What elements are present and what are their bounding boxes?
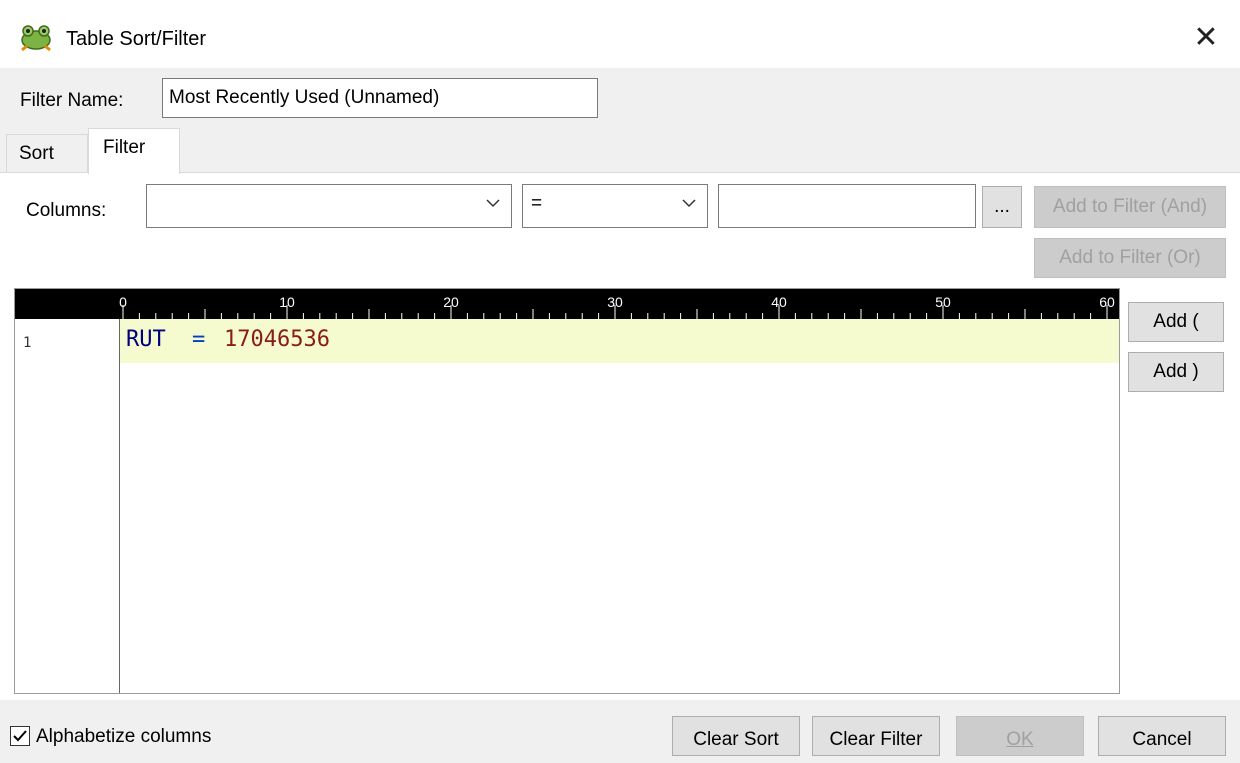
code-line[interactable]: RUT = 17046536 xyxy=(120,319,1119,363)
alphabetize-label: Alphabetize columns xyxy=(36,726,212,747)
column-select[interactable] xyxy=(146,184,512,228)
ruler-label: 40 xyxy=(771,294,787,310)
title-bar: Table Sort/Filter ✕ xyxy=(0,0,1240,68)
ruler-label: 0 xyxy=(119,294,127,310)
browse-values-button[interactable]: ... xyxy=(982,186,1022,228)
chevron-down-icon xyxy=(486,199,500,208)
tab-filter-label: Filter xyxy=(103,137,146,158)
checkmark-icon xyxy=(13,730,27,742)
add-to-filter-and-button[interactable]: Add to Filter (And) xyxy=(1034,186,1226,228)
tab-sort[interactable]: Sort xyxy=(6,134,88,172)
filter-value-input[interactable] xyxy=(718,184,976,228)
operator-select-value: = xyxy=(531,193,543,214)
line-number-gutter: 1 xyxy=(15,319,120,693)
add-open-paren-button[interactable]: Add ( xyxy=(1128,302,1224,342)
code-token-number: 17046536 xyxy=(224,327,330,352)
code-token-operator: = xyxy=(192,327,206,352)
filter-name-label: Filter Name: xyxy=(20,90,124,111)
clear-sort-button[interactable]: Clear Sort xyxy=(672,716,800,756)
operator-select[interactable]: = xyxy=(522,184,708,228)
window-title: Table Sort/Filter xyxy=(66,28,207,50)
close-icon[interactable]: ✕ xyxy=(1186,18,1226,58)
code-token-identifier: RUT xyxy=(126,327,166,352)
filter-expression-editor[interactable]: 0 10 20 30 40 50 60 1 RUT = 17046536 xyxy=(14,288,1120,694)
frog-icon xyxy=(21,25,51,52)
ok-button[interactable]: OK xyxy=(956,716,1084,756)
column-ruler: 0 10 20 30 40 50 60 xyxy=(15,289,1119,319)
ruler-label: 60 xyxy=(1099,294,1115,310)
chevron-down-icon xyxy=(682,199,696,208)
clear-filter-button[interactable]: Clear Filter xyxy=(812,716,940,756)
add-close-paren-button[interactable]: Add ) xyxy=(1128,352,1224,392)
columns-label: Columns: xyxy=(26,200,107,221)
line-number: 1 xyxy=(23,335,32,351)
add-to-filter-or-button[interactable]: Add to Filter (Or) xyxy=(1034,238,1226,278)
cancel-button[interactable]: Cancel xyxy=(1098,716,1226,756)
alphabetize-checkbox[interactable] xyxy=(10,726,30,746)
ruler-label: 30 xyxy=(607,294,623,310)
ruler-ticks: 0 10 20 30 40 50 60 xyxy=(119,294,1115,319)
tab-sort-label: Sort xyxy=(19,143,54,164)
ruler-label: 50 xyxy=(935,294,951,310)
tab-filter[interactable]: Filter xyxy=(88,128,180,174)
ruler-label: 20 xyxy=(443,294,459,310)
filter-name-input[interactable]: Most Recently Used (Unnamed) xyxy=(162,78,598,118)
ruler-label: 10 xyxy=(279,294,295,310)
